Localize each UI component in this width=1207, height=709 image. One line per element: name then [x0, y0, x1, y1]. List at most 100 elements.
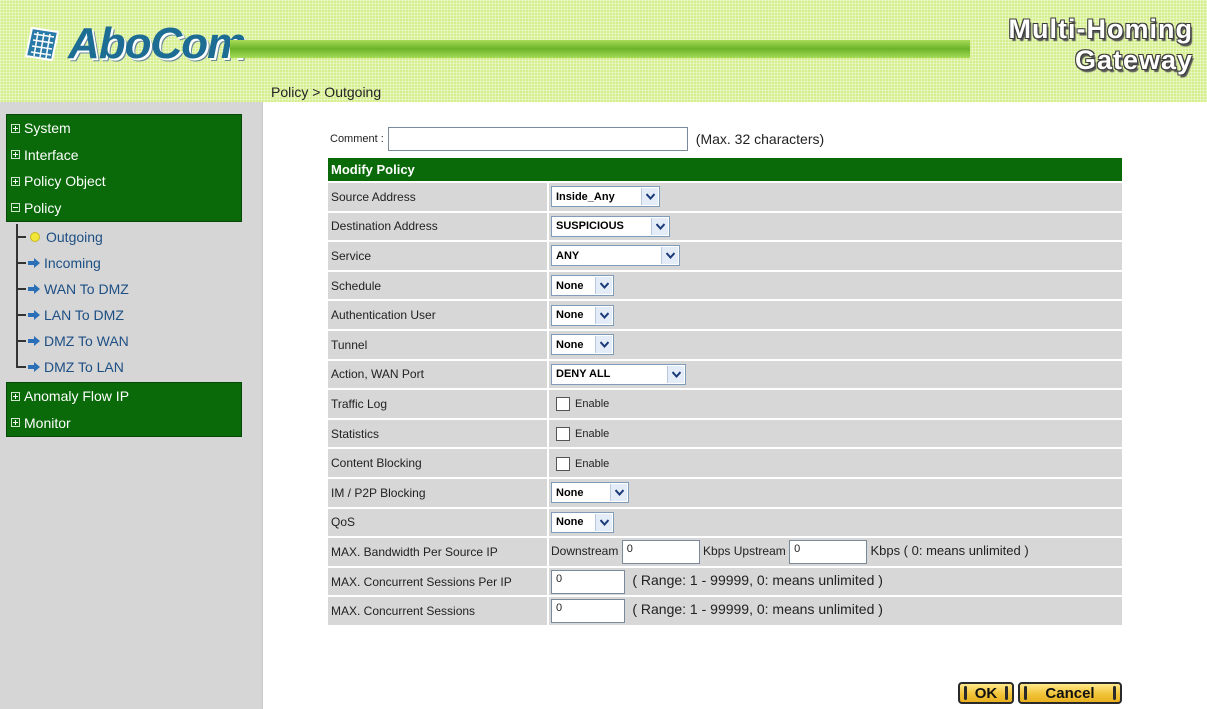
subitem-label: Incoming: [44, 255, 101, 271]
max-bandwidth-label: MAX. Bandwidth Per Source IP: [328, 538, 549, 568]
policy-submenu: Outgoing Incoming WAN To DMZ LAN To DMZ …: [16, 222, 262, 382]
logo-mark-icon: [24, 26, 60, 62]
subitem-label: DMZ To LAN: [44, 359, 124, 375]
statistics-checkbox[interactable]: [556, 426, 570, 441]
arrow-right-icon: [28, 310, 40, 320]
sidebar-item-label: System: [24, 120, 71, 137]
sidebar-item-label: Monitor: [24, 414, 71, 431]
product-line-1: Multi-Homing: [1008, 14, 1193, 44]
service-select[interactable]: ANY: [551, 245, 680, 267]
tunnel-select[interactable]: None: [551, 334, 614, 356]
qos-select[interactable]: None: [551, 511, 614, 533]
sidebar-subitem-incoming[interactable]: Incoming: [16, 250, 262, 276]
chevron-down-icon: [641, 188, 658, 206]
breadcrumb: Policy > Outgoing: [271, 84, 382, 100]
upstream-label: Kbps Upstream: [703, 544, 786, 559]
sidebar-subitem-lan-to-dmz[interactable]: LAN To DMZ: [16, 302, 262, 328]
table-row: Traffic Log Enable: [328, 390, 1122, 420]
table-row: MAX. Bandwidth Per Source IP Downstream …: [328, 538, 1122, 568]
auth-user-label: Authentication User: [328, 301, 549, 331]
chevron-down-icon: [595, 336, 612, 354]
arrow-right-icon: [28, 258, 40, 268]
table-row: Schedule None: [328, 271, 1122, 302]
arrow-right-icon: [28, 336, 40, 346]
table-row: Source Address Inside_Any: [328, 183, 1122, 213]
action-label: Action, WAN Port: [328, 360, 549, 391]
content-blocking-checkbox[interactable]: [556, 456, 570, 471]
ok-button[interactable]: OK: [958, 682, 1014, 704]
arrow-right-icon: [28, 284, 40, 294]
sidebar-item-system[interactable]: System: [7, 115, 241, 142]
table-row: Authentication User None: [328, 301, 1122, 331]
cancel-button[interactable]: Cancel: [1018, 682, 1122, 704]
abocom-logo: AboCom: [22, 14, 246, 74]
max-sessions-input[interactable]: 0: [551, 599, 625, 624]
action-select[interactable]: DENY ALL: [551, 363, 686, 385]
im-p2p-select[interactable]: None: [551, 482, 629, 504]
header-band: [230, 40, 970, 58]
modify-policy-table: Modify Policy Source Address Inside_Any …: [328, 158, 1122, 627]
auth-user-select[interactable]: None: [551, 304, 614, 326]
traffic-log-checkbox[interactable]: [556, 397, 570, 412]
enable-label: Enable: [575, 398, 610, 411]
sidebar-item-interface[interactable]: Interface: [7, 142, 241, 169]
product-line-2: Gateway: [1074, 45, 1193, 75]
schedule-select[interactable]: None: [551, 275, 614, 297]
max-sessions-label: MAX. Concurrent Sessions: [328, 597, 549, 627]
sidebar-item-label: Policy: [24, 199, 62, 216]
downstream-label: Downstream: [551, 544, 619, 559]
max-sessions-per-ip-input[interactable]: 0: [551, 569, 625, 594]
sidebar-subitem-outgoing[interactable]: Outgoing: [16, 224, 262, 250]
sidebar-item-label: Interface: [24, 146, 79, 163]
expand-icon: [11, 150, 20, 160]
subitem-label: Outgoing: [46, 229, 103, 245]
sidebar-item-policy[interactable]: Policy: [7, 195, 241, 222]
chevron-down-icon: [667, 365, 684, 383]
max-sessions-per-ip-label: MAX. Concurrent Sessions Per IP: [328, 567, 549, 598]
sidebar-item-policy-object[interactable]: Policy Object: [7, 168, 241, 195]
content-blocking-label: Content Blocking: [328, 449, 549, 479]
table-header: Modify Policy: [328, 158, 1122, 183]
upstream-input[interactable]: 0: [789, 539, 868, 564]
chevron-down-icon: [595, 277, 612, 295]
source-address-select[interactable]: Inside_Any: [551, 186, 660, 208]
destination-address-select[interactable]: SUSPICIOUS: [551, 215, 670, 237]
sidebar-subitem-dmz-to-wan[interactable]: DMZ To WAN: [16, 328, 262, 354]
expand-icon: [11, 418, 20, 428]
table-row: Statistics Enable: [328, 419, 1122, 450]
table-row: MAX. Concurrent Sessions Per IP 0 ( Rang…: [328, 567, 1122, 598]
bandwidth-hint: Kbps ( 0: means unlimited ): [870, 543, 1029, 559]
chevron-down-icon: [661, 247, 678, 265]
sidebar-item-monitor[interactable]: Monitor: [7, 410, 241, 437]
subitem-label: LAN To DMZ: [44, 307, 124, 323]
subitem-label: DMZ To WAN: [44, 333, 129, 349]
comment-label: Comment :: [330, 133, 384, 145]
sidebar-subitem-dmz-to-lan[interactable]: DMZ To LAN: [16, 354, 262, 380]
chevron-down-icon: [595, 513, 612, 531]
source-address-label: Source Address: [328, 183, 549, 213]
table-row: Destination Address SUSPICIOUS: [328, 212, 1122, 243]
table-row: Action, WAN Port DENY ALL: [328, 360, 1122, 391]
arrow-right-icon: [28, 362, 40, 372]
logo-text: AboCom: [68, 19, 246, 68]
table-row: Tunnel None: [328, 330, 1122, 361]
table-row: Service ANY: [328, 242, 1122, 272]
tunnel-label: Tunnel: [328, 330, 549, 361]
qos-label: QoS: [328, 508, 549, 539]
chevron-down-icon: [610, 484, 627, 502]
comment-row: Comment : (Max. 32 characters): [330, 127, 824, 151]
schedule-label: Schedule: [328, 271, 549, 302]
product-name: Multi-Homing Gateway: [1009, 14, 1193, 76]
downstream-input[interactable]: 0: [621, 539, 700, 564]
max-sessions-hint: ( Range: 1 - 99999, 0: means unlimited ): [632, 601, 883, 618]
im-p2p-label: IM / P2P Blocking: [328, 478, 549, 509]
comment-hint: (Max. 32 characters): [695, 131, 825, 147]
statistics-label: Statistics: [328, 419, 549, 450]
chevron-down-icon: [595, 306, 612, 324]
table-row: MAX. Concurrent Sessions 0 ( Range: 1 - …: [328, 597, 1122, 627]
sidebar-item-anomaly-flow-ip[interactable]: Anomaly Flow IP: [7, 383, 241, 410]
sidebar-subitem-wan-to-dmz[interactable]: WAN To DMZ: [16, 276, 262, 302]
destination-address-label: Destination Address: [328, 212, 549, 243]
expand-icon: [11, 176, 20, 186]
comment-input[interactable]: [387, 127, 688, 151]
